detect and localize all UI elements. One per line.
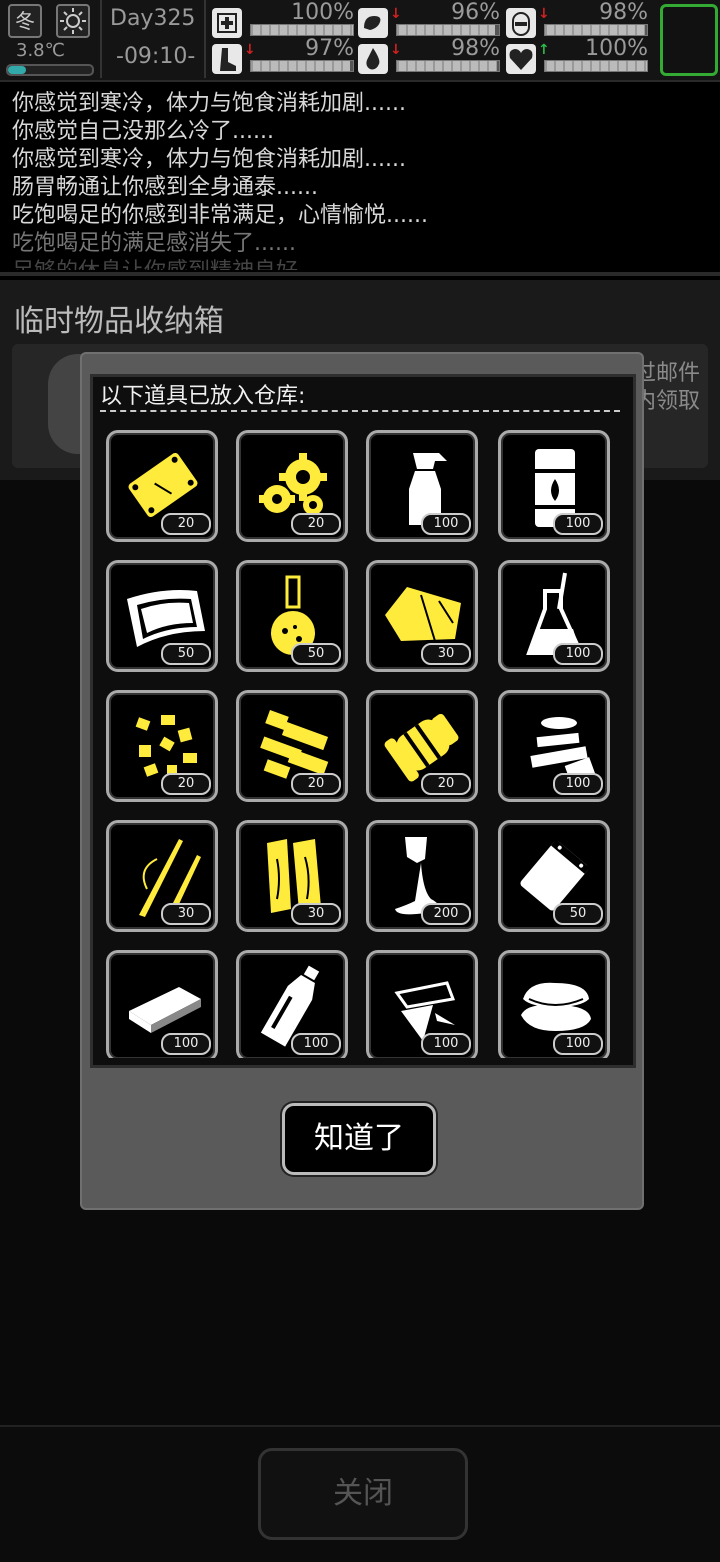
temperature-bar bbox=[6, 64, 94, 76]
stat-value: 100% bbox=[291, 0, 354, 25]
season-icon: 冬 bbox=[8, 4, 42, 38]
item-slot[interactable]: 30 bbox=[236, 820, 348, 932]
log-line: 你感觉到寒冷，体力与饱食消耗加剧...... bbox=[12, 91, 406, 116]
item-quantity: 20 bbox=[291, 773, 341, 795]
item-quantity: 30 bbox=[421, 643, 471, 665]
event-log: 你感觉到寒冷，体力与饱食消耗加剧...... 你感觉自己没那么冷了...... … bbox=[12, 90, 712, 270]
item-quantity: 20 bbox=[161, 513, 211, 535]
hunger-icon bbox=[358, 8, 388, 38]
log-line: 吃饱喝足的你感到非常满足，心情愉悦...... bbox=[12, 203, 428, 228]
item-quantity: 50 bbox=[291, 643, 341, 665]
dashed-divider bbox=[100, 410, 620, 412]
stat-value: 100% bbox=[585, 36, 648, 61]
divider bbox=[0, 272, 720, 276]
item-slot[interactable]: 100 bbox=[236, 950, 348, 1058]
stat-value: 98% bbox=[599, 0, 648, 25]
thirst-icon bbox=[358, 44, 388, 74]
confirm-button[interactable]: 知道了 bbox=[282, 1103, 436, 1175]
log-line: 足够的休息让你感到精神良好...... bbox=[12, 258, 712, 270]
item-slot[interactable]: 30 bbox=[106, 820, 218, 932]
item-quantity: 200 bbox=[421, 903, 471, 925]
stamina-icon bbox=[212, 44, 242, 74]
item-slot[interactable]: 100 bbox=[498, 690, 610, 802]
stat-bar bbox=[250, 60, 354, 72]
item-slot[interactable]: 100 bbox=[498, 560, 610, 672]
health-icon bbox=[212, 8, 242, 38]
item-quantity: 100 bbox=[553, 513, 603, 535]
item-quantity: 100 bbox=[161, 1033, 211, 1055]
item-quantity: 100 bbox=[291, 1033, 341, 1055]
item-slot[interactable]: 100 bbox=[106, 950, 218, 1058]
item-slot[interactable]: 20 bbox=[236, 430, 348, 542]
storage-title: 临时物品收纳箱 bbox=[14, 304, 224, 339]
temperature-value: 3.8℃ bbox=[16, 40, 65, 61]
stat-bar bbox=[250, 24, 354, 36]
stat-bar bbox=[396, 60, 500, 72]
item-slot[interactable]: 50 bbox=[106, 560, 218, 672]
item-slot[interactable]: 20 bbox=[366, 690, 478, 802]
sun-icon bbox=[56, 4, 90, 38]
item-quantity: 50 bbox=[553, 903, 603, 925]
item-quantity: 20 bbox=[421, 773, 471, 795]
stat-bar bbox=[544, 24, 648, 36]
day-counter: Day325 bbox=[110, 6, 196, 31]
stat-value: 98% bbox=[451, 36, 500, 61]
item-slot[interactable]: 50 bbox=[498, 820, 610, 932]
item-quantity: 20 bbox=[161, 773, 211, 795]
item-slot[interactable]: 20 bbox=[106, 690, 218, 802]
item-quantity: 100 bbox=[553, 1033, 603, 1055]
item-quantity: 30 bbox=[161, 903, 211, 925]
item-quantity: 100 bbox=[553, 773, 603, 795]
mood-icon bbox=[506, 44, 536, 74]
stat-value: 97% bbox=[305, 36, 354, 61]
log-line: 你感觉自己没那么冷了...... bbox=[12, 119, 274, 144]
item-slot[interactable]: 100 bbox=[498, 430, 610, 542]
item-quantity: 50 bbox=[161, 643, 211, 665]
item-slot[interactable]: 100 bbox=[366, 430, 478, 542]
item-quantity: 20 bbox=[291, 513, 341, 535]
log-line: 吃饱喝足的满足感消失了...... bbox=[12, 231, 296, 256]
item-quantity: 100 bbox=[421, 1033, 471, 1055]
item-slot[interactable]: 100 bbox=[366, 950, 478, 1058]
stat-bar bbox=[396, 24, 500, 36]
item-slot[interactable]: 50 bbox=[236, 560, 348, 672]
item-slot[interactable]: 20 bbox=[236, 690, 348, 802]
item-quantity: 30 bbox=[291, 903, 341, 925]
dialog-title: 以下道具已放入仓库: bbox=[100, 384, 306, 409]
stat-bar bbox=[544, 60, 648, 72]
item-slot[interactable]: 200 bbox=[366, 820, 478, 932]
item-slot[interactable]: 20 bbox=[106, 430, 218, 542]
item-grid[interactable]: 20 20 100 100 50 50 30 100 20 20 20 100 30 30 200 50 100… bbox=[96, 424, 626, 1058]
minimap-button[interactable] bbox=[660, 4, 718, 76]
energy-icon bbox=[506, 8, 536, 38]
item-quantity: 100 bbox=[553, 643, 603, 665]
clock-time: -09:10- bbox=[116, 44, 196, 69]
item-slot[interactable]: 30 bbox=[366, 560, 478, 672]
log-line: 你感觉到寒冷，体力与饱食消耗加剧...... bbox=[12, 147, 406, 172]
item-quantity: 100 bbox=[421, 513, 471, 535]
log-line: 肠胃畅通让你感到全身通泰...... bbox=[12, 175, 318, 200]
item-slot[interactable]: 100 bbox=[498, 950, 610, 1058]
stat-value: 96% bbox=[451, 0, 500, 25]
status-bar: 冬 3.8℃ Day325 -09:10- 100% ↓ 96% ↓ 98% ↓ 97% ↓ 9… bbox=[0, 0, 720, 82]
close-button[interactable]: 关闭 bbox=[258, 1448, 468, 1540]
